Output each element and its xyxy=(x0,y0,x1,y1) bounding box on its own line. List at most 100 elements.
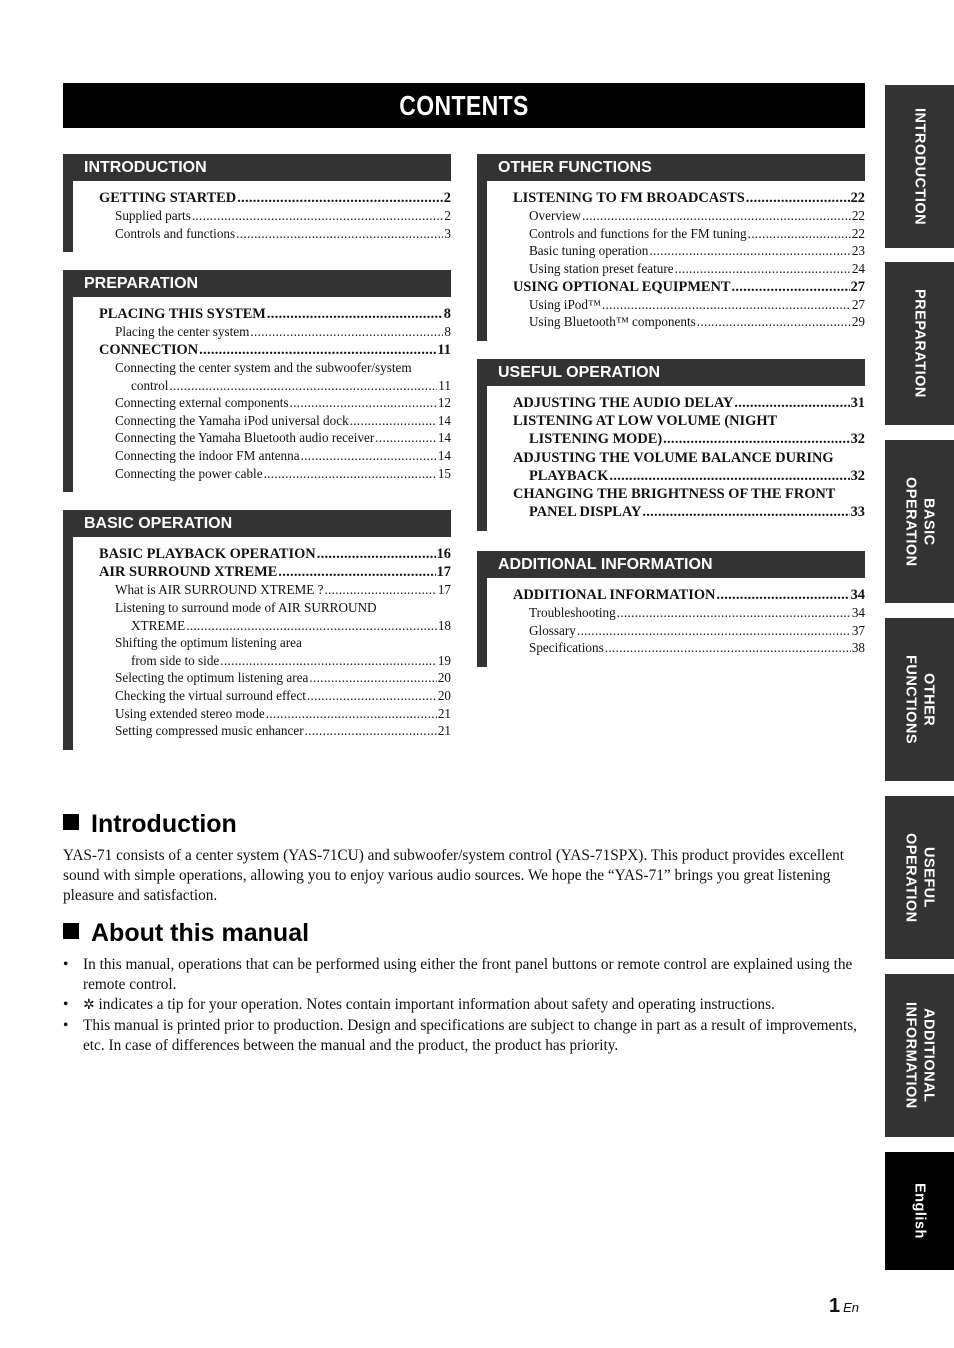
toc-entry-title: Glossary xyxy=(529,622,576,638)
toc-entry[interactable]: LISTENING TO FM BROADCASTS 22 xyxy=(513,189,865,207)
toc-entry[interactable]: Connecting the power cable 15 xyxy=(99,465,451,483)
toc-entry-title: ADJUSTING THE VOLUME BALANCE DURING xyxy=(513,449,834,466)
toc-entry[interactable]: Listening to surround mode of AIR SURROU… xyxy=(99,599,451,617)
toc-entry-page: 34 xyxy=(851,605,865,621)
toc-entry[interactable]: from side to side 19 xyxy=(99,652,451,670)
bullet-text: indicates a tip for your operation. Note… xyxy=(94,996,775,1013)
toc-entry[interactable]: Connecting the Yamaha Bluetooth audio re… xyxy=(99,429,451,447)
side-tab-english[interactable]: English xyxy=(885,1152,954,1270)
toc-entry-page: 14 xyxy=(437,430,451,446)
toc-entry[interactable]: Troubleshooting 34 xyxy=(513,604,865,622)
toc-entry-title: Connecting the indoor FM antenna xyxy=(115,447,300,463)
toc-entry-title: Checking the virtual surround effect xyxy=(115,687,306,703)
toc-entry[interactable]: Overview 22 xyxy=(513,207,865,225)
toc-entry[interactable]: Specifications 38 xyxy=(513,639,865,657)
toc-entry[interactable]: Placing the center system 8 xyxy=(99,323,451,341)
side-tab-preparation[interactable]: PREPARATION xyxy=(885,262,954,425)
toc-entry-page: 22 xyxy=(851,208,865,224)
toc-entry-page: 8 xyxy=(444,324,451,340)
toc-entry-title: Placing the center system xyxy=(115,324,250,340)
toc-entry[interactable]: PLAYBACK 32 xyxy=(513,467,865,485)
toc-entry[interactable]: Connecting the center system and the sub… xyxy=(99,359,451,377)
introduction-body: YAS-71 consists of a center system (YAS-… xyxy=(63,847,845,904)
toc-entry[interactable]: Glossary 37 xyxy=(513,622,865,640)
toc-section-introduction: INTRODUCTION GETTING STARTED2Supplied pa… xyxy=(63,154,451,253)
toc-entry[interactable]: Controls and functions for the FM tuning… xyxy=(513,225,865,243)
toc-section-useful-operation: USEFUL OPERATION ADJUSTING THE AUDIO DEL… xyxy=(477,359,865,532)
toc-entry-title: LISTENING TO FM BROADCASTS xyxy=(513,190,745,206)
toc-entry-title: USING OPTIONAL EQUIPMENT xyxy=(513,278,731,295)
toc-entry-title: AIR SURROUND XTREME xyxy=(99,564,278,581)
toc-entry[interactable]: LISTENING AT LOW VOLUME (NIGHT xyxy=(513,412,865,430)
about-manual-list: In this manual, operations that can be p… xyxy=(63,955,865,1056)
toc-leader-dots xyxy=(169,377,437,395)
toc-entry-title: Specifications xyxy=(529,640,604,656)
section-header: BASIC OPERATION xyxy=(63,510,451,537)
toc-entry-page: 16 xyxy=(436,546,451,562)
toc-entry[interactable]: PANEL DISPLAY 33 xyxy=(513,503,865,521)
toc-entry[interactable]: control 11 xyxy=(99,377,451,395)
toc-entry-title: GETTING STARTED xyxy=(99,190,237,206)
toc-leader-dots xyxy=(582,207,851,225)
toc-leader-dots xyxy=(305,722,437,740)
toc-entry[interactable]: Selecting the optimum listening area 20 xyxy=(99,669,451,687)
toc-entry[interactable]: USING OPTIONAL EQUIPMENT 27 xyxy=(513,278,865,296)
toc-entry[interactable]: Connecting the Yamaha iPod universal doc… xyxy=(99,412,451,430)
toc-entry[interactable]: Using extended stereo mode 21 xyxy=(99,705,451,723)
side-tab-other-functions[interactable]: OTHER FUNCTIONS xyxy=(885,618,954,781)
toc-entry[interactable]: Controls and functions 3 xyxy=(99,225,451,243)
side-tab-label: FUNCTIONS xyxy=(902,654,919,745)
square-bullet-icon xyxy=(63,814,79,830)
side-tab-basic-operation[interactable]: BASIC OPERATION xyxy=(885,440,954,603)
toc-entry-page: 22 xyxy=(850,190,865,206)
toc-entry[interactable]: GETTING STARTED 2 xyxy=(99,189,451,207)
toc-entry[interactable]: XTREME 18 xyxy=(99,617,451,635)
toc-entry[interactable]: Supplied parts 2 xyxy=(99,207,451,225)
toc-entry-title: Basic tuning operation xyxy=(529,243,649,259)
toc-entry[interactable]: BASIC PLAYBACK OPERATION 16 xyxy=(99,545,451,563)
introduction-heading: Introduction xyxy=(63,810,237,839)
side-tab-introduction[interactable]: INTRODUCTION xyxy=(885,85,954,248)
toc-entry[interactable]: What is AIR SURROUND XTREME ? 17 xyxy=(99,581,451,599)
toc-entry[interactable]: ADJUSTING THE VOLUME BALANCE DURING xyxy=(513,449,865,467)
toc-section-additional-information: ADDITIONAL INFORMATION ADDITIONAL INFORM… xyxy=(477,551,865,667)
toc-leader-dots xyxy=(267,305,443,323)
toc-entry[interactable]: Connecting external components 12 xyxy=(99,394,451,412)
side-tab-label: BASIC xyxy=(920,497,937,546)
page-number: 1 En xyxy=(829,1295,859,1318)
toc-entry-page: 32 xyxy=(850,431,865,448)
side-tab-label: PREPARATION xyxy=(911,289,928,398)
toc-entry[interactable]: Using station preset feature 24 xyxy=(513,260,865,278)
toc-entry[interactable]: CONNECTION 11 xyxy=(99,341,451,359)
toc-entry[interactable]: Using iPod™ 27 xyxy=(513,296,865,314)
toc-entry[interactable]: Setting compressed music enhancer 21 xyxy=(99,722,451,740)
toc-entry[interactable]: ADJUSTING THE AUDIO DELAY 31 xyxy=(513,394,865,412)
toc-leader-dots xyxy=(375,429,437,447)
toc-leader-dots xyxy=(609,467,849,485)
side-tab-useful-operation[interactable]: USEFUL OPERATION xyxy=(885,796,954,959)
toc-leader-dots xyxy=(577,622,851,640)
toc-entry-title: Supplied parts xyxy=(115,208,191,224)
toc-entry[interactable]: Using Bluetooth™ components 29 xyxy=(513,313,865,331)
toc-entry-page: 2 xyxy=(443,190,451,206)
toc-entry[interactable]: ADDITIONAL INFORMATION 34 xyxy=(513,586,865,604)
toc-entry-title: Troubleshooting xyxy=(529,605,616,621)
toc-entry-title: Overview xyxy=(529,208,581,224)
toc-entry-page: 14 xyxy=(437,447,451,463)
toc-list: BASIC PLAYBACK OPERATION16AIR SURROUND X… xyxy=(63,537,451,750)
toc-entry[interactable]: PLACING THIS SYSTEM 8 xyxy=(99,305,451,323)
toc-entry-title: What is AIR SURROUND XTREME ? xyxy=(115,582,324,598)
toc-entry[interactable]: CHANGING THE BRIGHTNESS OF THE FRONT xyxy=(513,485,865,503)
side-tab-additional-information[interactable]: ADDITIONAL INFORMATION xyxy=(885,974,954,1137)
toc-entry[interactable]: Checking the virtual surround effect 20 xyxy=(99,687,451,705)
page-language: En xyxy=(843,1300,860,1315)
toc-entry[interactable]: Shifting the optimum listening area xyxy=(99,634,451,652)
toc-entry[interactable]: AIR SURROUND XTREME 17 xyxy=(99,563,451,581)
toc-entry[interactable]: Basic tuning operation 23 xyxy=(513,242,865,260)
toc-entry[interactable]: Connecting the indoor FM antenna 14 xyxy=(99,447,451,465)
toc-leader-dots xyxy=(317,545,436,563)
toc-entry[interactable]: LISTENING MODE) 32 xyxy=(513,430,865,448)
toc-entry-title: LISTENING MODE) xyxy=(529,431,663,448)
toc-entry-title: Using extended stereo mode xyxy=(115,705,265,721)
toc-leader-dots xyxy=(663,430,849,448)
